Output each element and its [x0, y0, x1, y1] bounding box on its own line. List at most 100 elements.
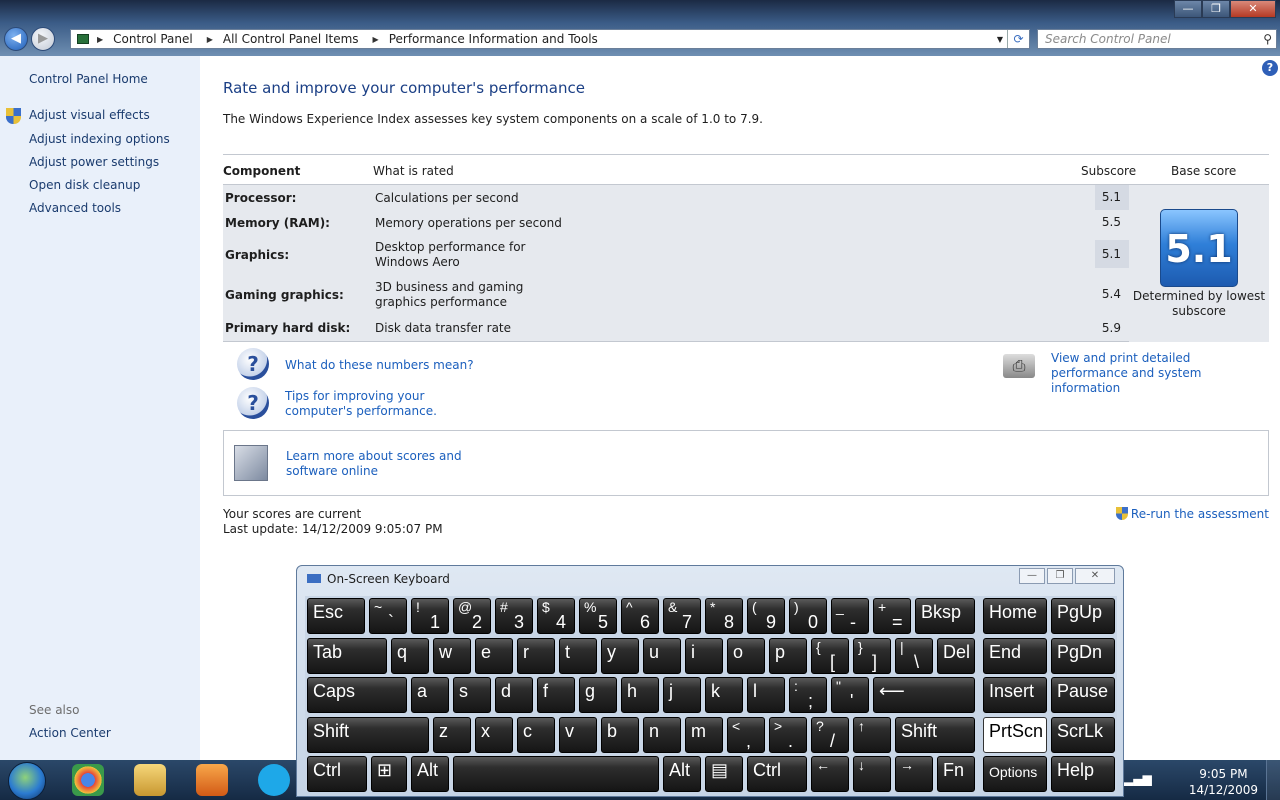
key-v[interactable]: v [559, 717, 597, 753]
key-down-arrow[interactable]: ↓ [853, 756, 891, 792]
key-k[interactable]: k [705, 677, 743, 713]
key-home[interactable]: Home [983, 598, 1047, 634]
key-windows[interactable]: ⊞ [371, 756, 407, 792]
key-caps-lock[interactable]: Caps [307, 677, 407, 713]
key-2[interactable]: @2 [453, 598, 491, 634]
tips-link[interactable]: Tips for improving your computer's perfo… [285, 389, 485, 419]
key-c[interactable]: c [517, 717, 555, 753]
back-button[interactable]: ◀ [4, 27, 28, 51]
show-desktop-button[interactable] [1266, 760, 1280, 800]
key-enter[interactable]: ⟵ [873, 677, 975, 713]
key-y[interactable]: y [601, 638, 639, 674]
view-print-details-link[interactable]: View and print detailed performance and … [1051, 351, 1271, 396]
key-h[interactable]: h [621, 677, 659, 713]
key-backspace[interactable]: Bksp [915, 598, 975, 634]
osk-maximize-button[interactable]: ❐ [1047, 568, 1073, 584]
key-backtick[interactable]: ~ ` [369, 598, 407, 634]
rerun-assessment-link[interactable]: Re-run the assessment [1115, 507, 1269, 521]
key-t[interactable]: t [559, 638, 597, 674]
clock[interactable]: 9:05 PM 14/12/2009 [1189, 766, 1258, 798]
key-n[interactable]: n [643, 717, 681, 753]
key-end[interactable]: End [983, 638, 1047, 674]
search-icon[interactable]: ⚲ [1263, 30, 1272, 48]
key-9[interactable]: (9 [747, 598, 785, 634]
key-a[interactable]: a [411, 677, 449, 713]
key-space[interactable] [453, 756, 659, 792]
key-up-arrow[interactable]: ↑ [853, 717, 891, 753]
maximize-button[interactable]: ❐ [1202, 0, 1230, 18]
key-esc[interactable]: Esc [307, 598, 365, 634]
key-g[interactable]: g [579, 677, 617, 713]
key-7[interactable]: & 7 [663, 598, 701, 634]
key-3[interactable]: #3 [495, 598, 533, 634]
osk-help-button[interactable]: Help [1051, 756, 1115, 792]
key-page-down[interactable]: PgDn [1051, 638, 1115, 674]
what-numbers-mean-link[interactable]: What do these numbers mean? [285, 358, 474, 373]
control-panel-home-link[interactable]: Control Panel Home [29, 72, 148, 86]
minimize-button[interactable]: — [1174, 0, 1202, 18]
key-w[interactable]: w [433, 638, 471, 674]
key-d[interactable]: d [495, 677, 533, 713]
key-quote[interactable]: " ' [831, 677, 869, 713]
key-o[interactable]: o [727, 638, 765, 674]
key-x[interactable]: x [475, 717, 513, 753]
adjust-indexing-options-link[interactable]: Adjust indexing options [29, 132, 170, 146]
key-fn[interactable]: Fn [937, 756, 975, 792]
key-menu[interactable]: ▤ [705, 756, 743, 792]
key-semicolon[interactable]: :; [789, 677, 827, 713]
address-bar[interactable]: ▶ Control Panel ▶ All Control Panel Item… [70, 29, 1030, 49]
key-i[interactable]: i [685, 638, 723, 674]
key-left-alt[interactable]: Alt [411, 756, 449, 792]
adjust-visual-effects-link[interactable]: Adjust visual effects [29, 108, 150, 122]
breadcrumb-all-items[interactable]: All Control Panel Items [223, 32, 359, 46]
key-f[interactable]: f [537, 677, 575, 713]
help-icon[interactable]: ? [1262, 60, 1278, 76]
key-z[interactable]: z [433, 717, 471, 753]
key-pause[interactable]: Pause [1051, 677, 1115, 713]
chevron-down-icon[interactable]: ▼ [997, 35, 1003, 44]
refresh-icon[interactable]: ⟳ [1007, 30, 1029, 48]
key-equals[interactable]: + = [873, 598, 911, 634]
osk-close-button[interactable]: ✕ [1075, 568, 1115, 584]
key-8[interactable]: * 8 [705, 598, 743, 634]
key-minus[interactable]: _ - [831, 598, 869, 634]
key-j[interactable]: j [663, 677, 701, 713]
key-slash[interactable]: ? / [811, 717, 849, 753]
key-right-arrow[interactable]: → [895, 756, 933, 792]
action-center-link[interactable]: Action Center [29, 726, 111, 740]
start-button[interactable] [8, 762, 46, 800]
key-tab[interactable]: Tab [307, 638, 387, 674]
key-1[interactable]: ! 1 [411, 598, 449, 634]
folder-icon[interactable] [134, 764, 166, 796]
key-left-arrow[interactable]: ← [811, 756, 849, 792]
key-e[interactable]: e [475, 638, 513, 674]
key-insert[interactable]: Insert [983, 677, 1047, 713]
key-5[interactable]: % 5 [579, 598, 617, 634]
osk-options-button[interactable]: Options [983, 756, 1047, 792]
key-l[interactable]: l [747, 677, 785, 713]
key-comma[interactable]: <, [727, 717, 765, 753]
breadcrumb-control-panel[interactable]: Control Panel [113, 32, 193, 46]
key-0[interactable]: ) 0 [789, 598, 827, 634]
key-r[interactable]: r [517, 638, 555, 674]
key-left-shift[interactable]: Shift [307, 717, 429, 753]
key-4[interactable]: $4 [537, 598, 575, 634]
skype-icon[interactable] [258, 764, 290, 796]
key-b[interactable]: b [601, 717, 639, 753]
media-player-icon[interactable] [196, 764, 228, 796]
key-s[interactable]: s [453, 677, 491, 713]
key-scroll-lock[interactable]: ScrLk [1051, 717, 1115, 753]
key-page-up[interactable]: PgUp [1051, 598, 1115, 634]
key-period[interactable]: >. [769, 717, 807, 753]
advanced-tools-link[interactable]: Advanced tools [29, 201, 121, 215]
close-button[interactable]: ✕ [1230, 0, 1276, 18]
key-backslash[interactable]: | \ [895, 638, 933, 674]
key-m[interactable]: m [685, 717, 723, 753]
key-p[interactable]: p [769, 638, 807, 674]
key-delete[interactable]: Del [937, 638, 975, 674]
key-left-bracket[interactable]: {[ [811, 638, 849, 674]
key-print-screen[interactable]: PrtScn [983, 717, 1047, 753]
key-right-ctrl[interactable]: Ctrl [747, 756, 807, 792]
key-right-bracket[interactable]: }] [853, 638, 891, 674]
search-input[interactable]: Search Control Panel ⚲ [1037, 29, 1277, 49]
